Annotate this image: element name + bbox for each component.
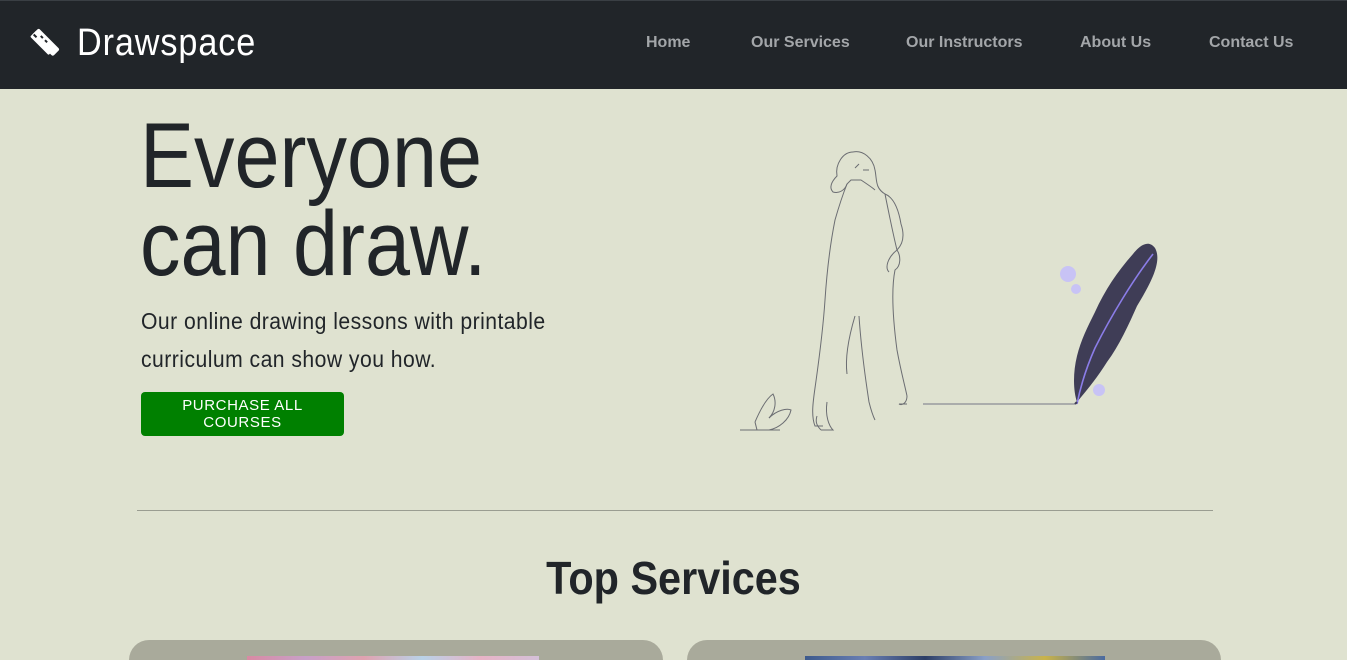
top-services-heading-text: Top Services [546,552,801,604]
purchase-all-courses-button[interactable]: PURCHASE ALL COURSES [141,392,344,436]
top-services-heading: Top Services [0,550,1347,606]
hero-subtitle-line-2: curriculum can show you how. [141,346,437,372]
nav-link-instructors[interactable]: Our Instructors [906,34,1022,52]
hero-title: Everyone can draw. [140,110,633,290]
nav-link-contact[interactable]: Contact Us [1209,34,1293,52]
woman-with-feather-quill-illustration [740,151,1158,431]
nav-link-services[interactable]: Our Services [751,34,850,52]
service-card[interactable] [129,640,663,660]
hero-subtitle-line-1: Our online drawing lessons with printabl… [141,308,546,334]
service-card[interactable] [687,640,1221,660]
hero-subtitle: Our online drawing lessons with printabl… [141,302,619,378]
hero-title-line-2: can draw. [140,193,487,295]
nav-link-home[interactable]: Home [646,34,690,52]
hero-title-line-1: Everyone [140,105,483,207]
service-card-image [805,656,1105,660]
nav-link-about[interactable]: About Us [1080,34,1151,52]
nav-links: Home Our Services Our Instructors About … [0,34,1347,58]
service-card-image [247,656,539,660]
section-divider [137,510,1213,511]
navbar: Drawspace Home Our Services Our Instruct… [0,0,1347,89]
